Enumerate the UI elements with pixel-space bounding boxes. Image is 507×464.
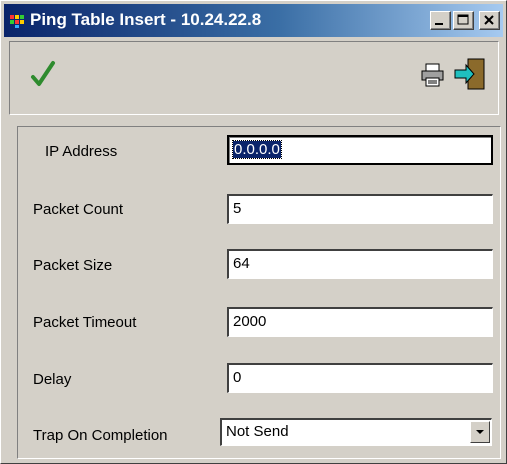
packet-timeout-field[interactable]: 2000	[227, 307, 493, 337]
toolbar	[9, 41, 499, 115]
title-bar[interactable]: Ping Table Insert - 10.24.22.8	[4, 4, 503, 37]
packet-timeout-label: Packet Timeout	[33, 314, 137, 331]
trap-on-completion-value: Not Send	[226, 423, 289, 440]
packet-size-label: Packet Size	[33, 257, 113, 274]
delay-field[interactable]: 0	[227, 363, 493, 393]
ip-address-label: IP Address	[45, 143, 118, 160]
minimize-button[interactable]	[430, 11, 451, 30]
maximize-icon	[457, 14, 469, 25]
packet-count-label: Packet Count	[33, 201, 124, 218]
printer-icon[interactable]	[420, 62, 446, 88]
ip-address-field[interactable]: 0.0.0.0	[227, 135, 493, 165]
packet-size-field[interactable]: 64	[227, 249, 493, 279]
dropdown-button[interactable]	[470, 421, 490, 443]
close-button[interactable]	[479, 11, 500, 30]
close-icon	[484, 15, 494, 25]
app-icon	[10, 13, 26, 29]
packet-count-field[interactable]: 5	[227, 194, 493, 224]
window-title: Ping Table Insert - 10.24.22.8	[30, 10, 262, 29]
delay-label: Delay	[33, 371, 72, 388]
trap-on-completion-label: Trap On Completion	[33, 427, 168, 444]
exit-door-icon[interactable]	[452, 56, 488, 92]
ping-table-insert-window: Ping Table Insert - 10.24.22.8 IP Addres…	[0, 0, 507, 464]
ping-form: IP Address 0.0.0.0 Packet Count 5 Packet…	[17, 126, 501, 459]
ip-address-value: 0.0.0.0	[232, 140, 282, 159]
minimize-icon	[435, 23, 443, 25]
checkmark-icon[interactable]	[30, 60, 56, 90]
chevron-down-icon	[476, 430, 484, 434]
trap-on-completion-select[interactable]: Not Send	[220, 418, 492, 446]
maximize-button[interactable]	[453, 11, 474, 30]
